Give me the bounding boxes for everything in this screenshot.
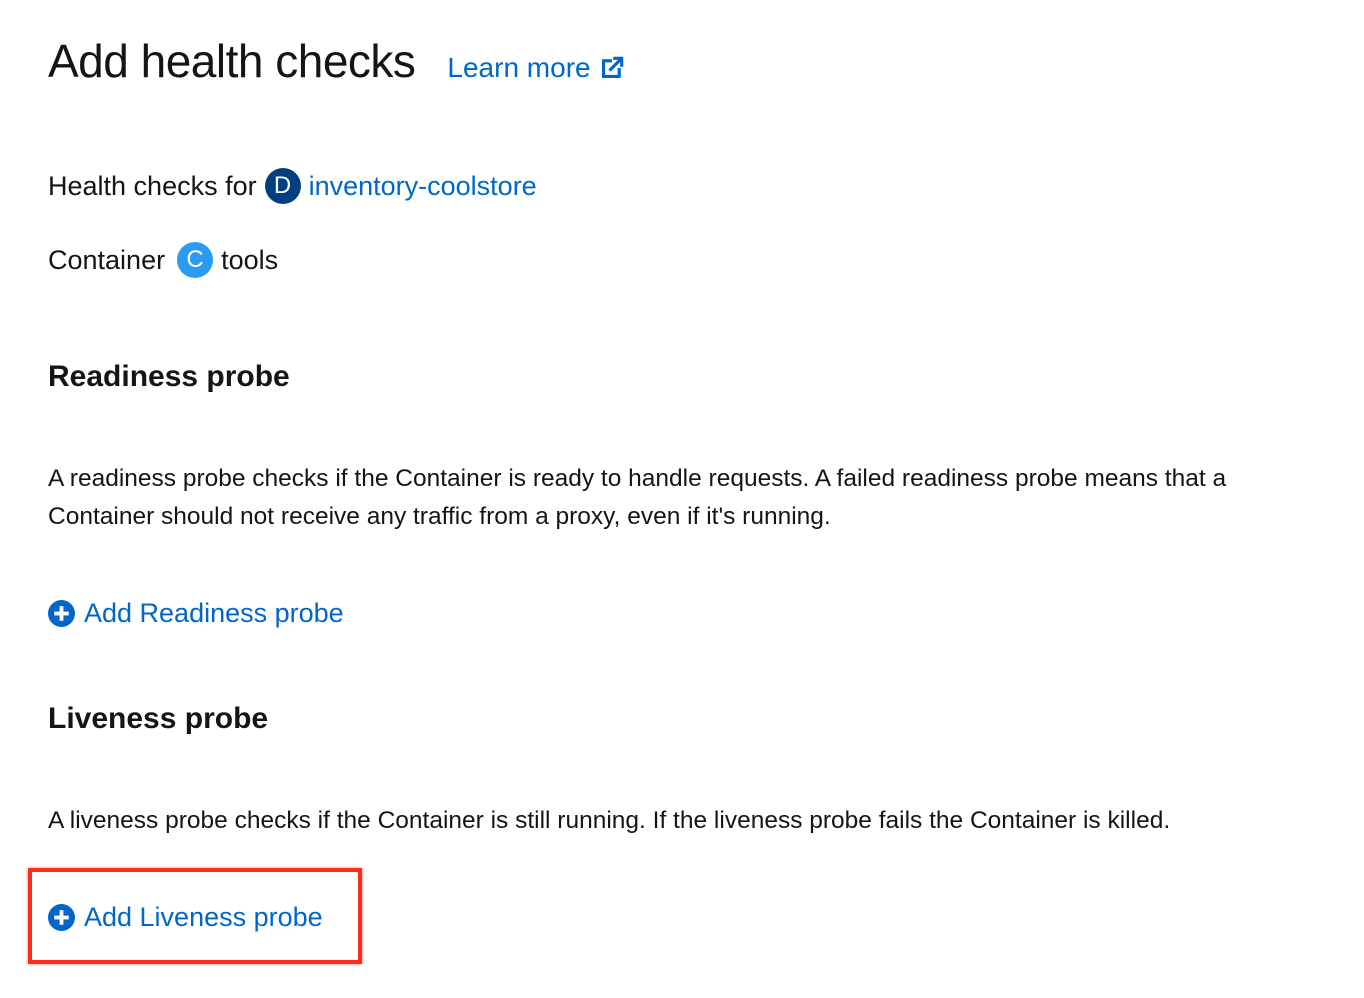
container-row: Container C tools <box>48 242 278 278</box>
container-name: tools <box>221 244 279 275</box>
add-readiness-probe-button[interactable]: Add Readiness probe <box>48 598 344 629</box>
health-checks-for-row: Health checks for D inventory-coolstore <box>48 168 537 204</box>
deployment-link[interactable]: inventory-coolstore <box>309 171 537 202</box>
highlight-annotation-box <box>28 868 362 964</box>
plus-circle-icon <box>48 600 75 627</box>
container-label: Container <box>48 244 166 275</box>
liveness-probe-title: Liveness probe <box>48 702 269 735</box>
liveness-probe-description: A liveness probe checks if the Container… <box>48 807 1171 834</box>
add-readiness-probe-label: Add Readiness probe <box>84 598 344 628</box>
health-checks-for-label: Health checks for <box>48 170 257 201</box>
learn-more-link[interactable]: Learn more <box>447 52 626 84</box>
learn-more-label: Learn more <box>447 52 591 83</box>
external-link-icon <box>601 56 623 78</box>
page-title: Add health checks <box>48 35 416 87</box>
title-row: Add health checks Learn more <box>48 34 627 88</box>
container-badge: C <box>177 242 214 278</box>
readiness-probe-title: Readiness probe <box>48 360 290 393</box>
deployment-badge: D <box>264 168 301 204</box>
readiness-probe-description: A readiness probe checks if the Containe… <box>48 465 1227 530</box>
